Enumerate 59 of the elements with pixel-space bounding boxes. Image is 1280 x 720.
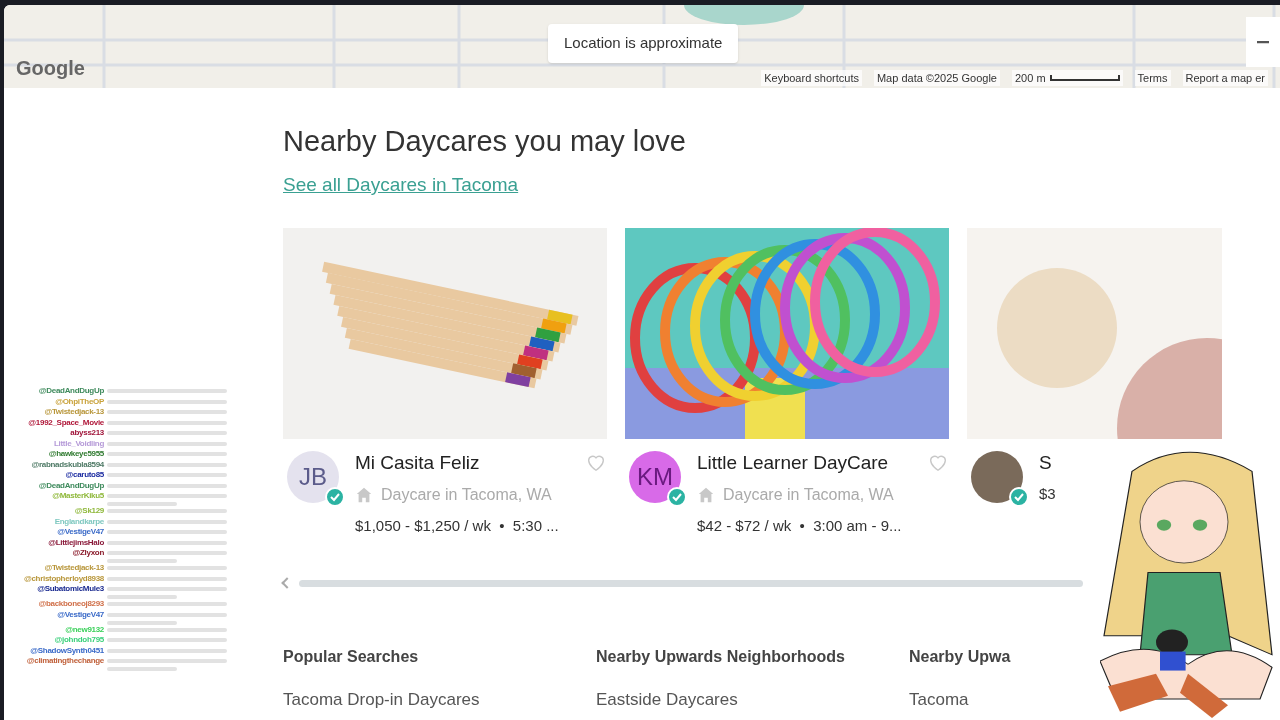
- chat-username: @1992_Space_Movie: [27, 417, 104, 428]
- daycare-name[interactable]: Little Learner DayCare: [697, 450, 889, 475]
- chat-username: @climatingthechange: [25, 656, 104, 667]
- verified-icon: [1009, 486, 1029, 507]
- footer-link[interactable]: Tacoma Drop-in Daycares: [283, 687, 480, 713]
- daycare-name[interactable]: S: [1039, 450, 1052, 475]
- minus-icon: [1255, 40, 1271, 44]
- map[interactable]: Google Keyboard shortcuts Map data ©2025 Google 200 m Terms Report a map er Location is approximate: [4, 5, 1280, 88]
- chat-username: @Twistedjack-13: [43, 563, 104, 574]
- chat-username: @DeadAndDugUp: [37, 386, 104, 397]
- price-hours: $3: [1039, 483, 1057, 504]
- chat-username: @johndoh795: [53, 635, 104, 646]
- footer-link[interactable]: Eastside Daycares: [596, 687, 738, 713]
- chat-username: @Zlyxon: [71, 548, 104, 559]
- daycare-category: Daycare in Tacoma, WA: [723, 484, 894, 505]
- chat-username: @LittlejimsHalo: [47, 537, 104, 548]
- chat-username: @ShadowSynth0451: [29, 645, 104, 656]
- section-title: Nearby Daycares you may love: [283, 124, 687, 159]
- price-hours: $1,050 - $1,250 / wk • 5:30 ...: [355, 515, 560, 536]
- map-logo: Google: [16, 56, 85, 81]
- chat-username: Englandkarpe: [53, 516, 104, 527]
- daycare-name[interactable]: Mi Casita Feliz: [355, 450, 480, 475]
- verified-icon: [325, 486, 345, 507]
- chat-username: abyss213: [69, 428, 104, 439]
- chat-username: @VestigeV47: [56, 609, 104, 620]
- price-hours: $42 - $72 / wk • 3:00 am - 9...: [697, 515, 903, 536]
- scrollbar[interactable]: [283, 579, 1083, 587]
- zoom-out-button[interactable]: [1246, 17, 1280, 67]
- map-attribution-link[interactable]: Report a map er: [1182, 69, 1268, 86]
- chat-username: @caruto85: [64, 470, 104, 481]
- chat-username: @VestigeV47: [56, 527, 104, 538]
- chat-username: @DeadAndDugUp: [37, 480, 104, 491]
- chat-username: @backboneoj8293: [37, 599, 104, 610]
- footer-link[interactable]: Tacoma: [909, 687, 969, 713]
- chat-username: @Sk129: [73, 506, 104, 517]
- chat-username: @SubatomicMule3: [36, 584, 104, 595]
- avatar: [971, 450, 1023, 503]
- chat-username: @new9132: [64, 624, 104, 635]
- chat-username: @Twistedjack-13: [43, 407, 104, 418]
- chat-username: @rabnadskubla8594: [30, 459, 104, 470]
- chat-username: @hawkeye5955: [47, 449, 104, 460]
- avatar: JB: [287, 450, 339, 503]
- location-notice: Location is approximate: [548, 24, 739, 63]
- chat-username: Little_Voidling: [52, 438, 104, 449]
- avatar: KM: [629, 450, 681, 503]
- chat-username: @MasterKiku5: [51, 491, 104, 502]
- footer-heading: Nearby Upwa: [909, 647, 1012, 667]
- house-icon: [355, 485, 373, 504]
- house-icon: [697, 485, 715, 504]
- map-attribution-link: Map data ©2025 Google: [873, 69, 1000, 86]
- map-attribution-link[interactable]: Terms: [1134, 69, 1171, 86]
- map-attribution-link[interactable]: Keyboard shortcuts: [761, 69, 862, 86]
- chat-username: @OhpiTheOP: [54, 396, 104, 407]
- verified-icon: [667, 486, 687, 507]
- footer-heading: Nearby Upwards Neighborhoods: [596, 647, 846, 667]
- chat-username: @christopherloyd8938: [22, 573, 104, 584]
- scale-label: 200 m: [1012, 69, 1123, 86]
- daycare-category: Daycare in Tacoma, WA: [381, 484, 552, 505]
- footer-heading: Popular Searches: [283, 647, 420, 667]
